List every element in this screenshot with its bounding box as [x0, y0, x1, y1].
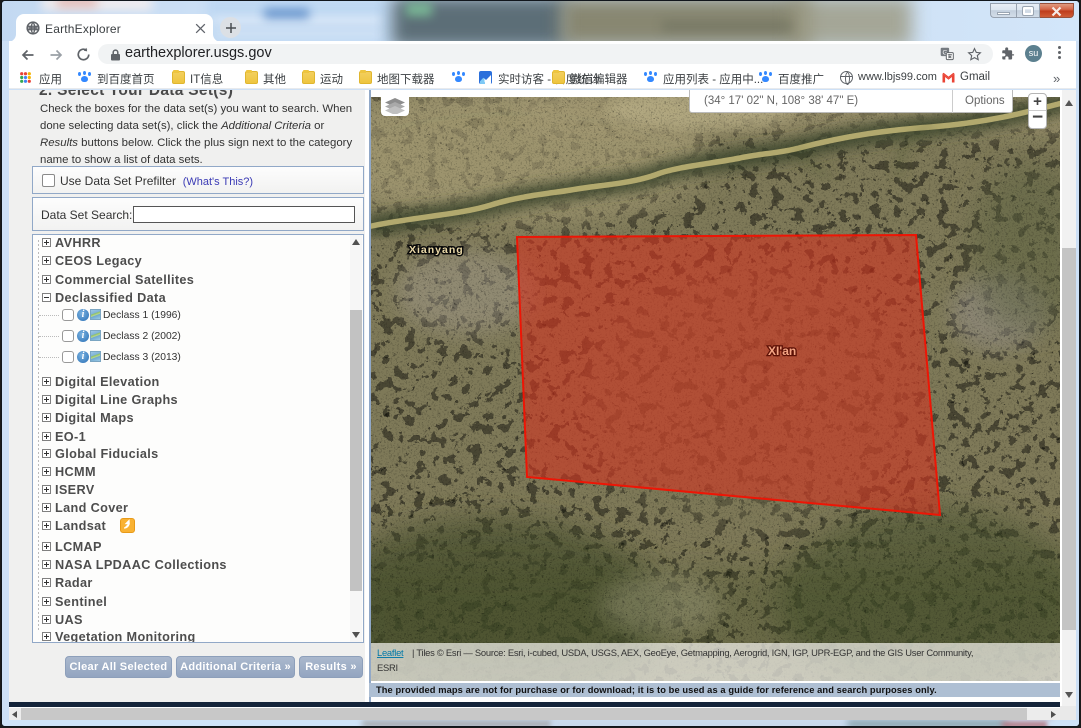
svg-text:XI'an: XI'an [768, 344, 796, 358]
svg-text:Xianyang: Xianyang [409, 244, 464, 256]
svg-text:Leaflet: Leaflet [377, 647, 404, 658]
svg-text:| Tiles © Esri — Source: Esri,: | Tiles © Esri — Source: Esri, i-cubed, … [412, 647, 973, 658]
svg-text:ESRI: ESRI [377, 662, 398, 673]
